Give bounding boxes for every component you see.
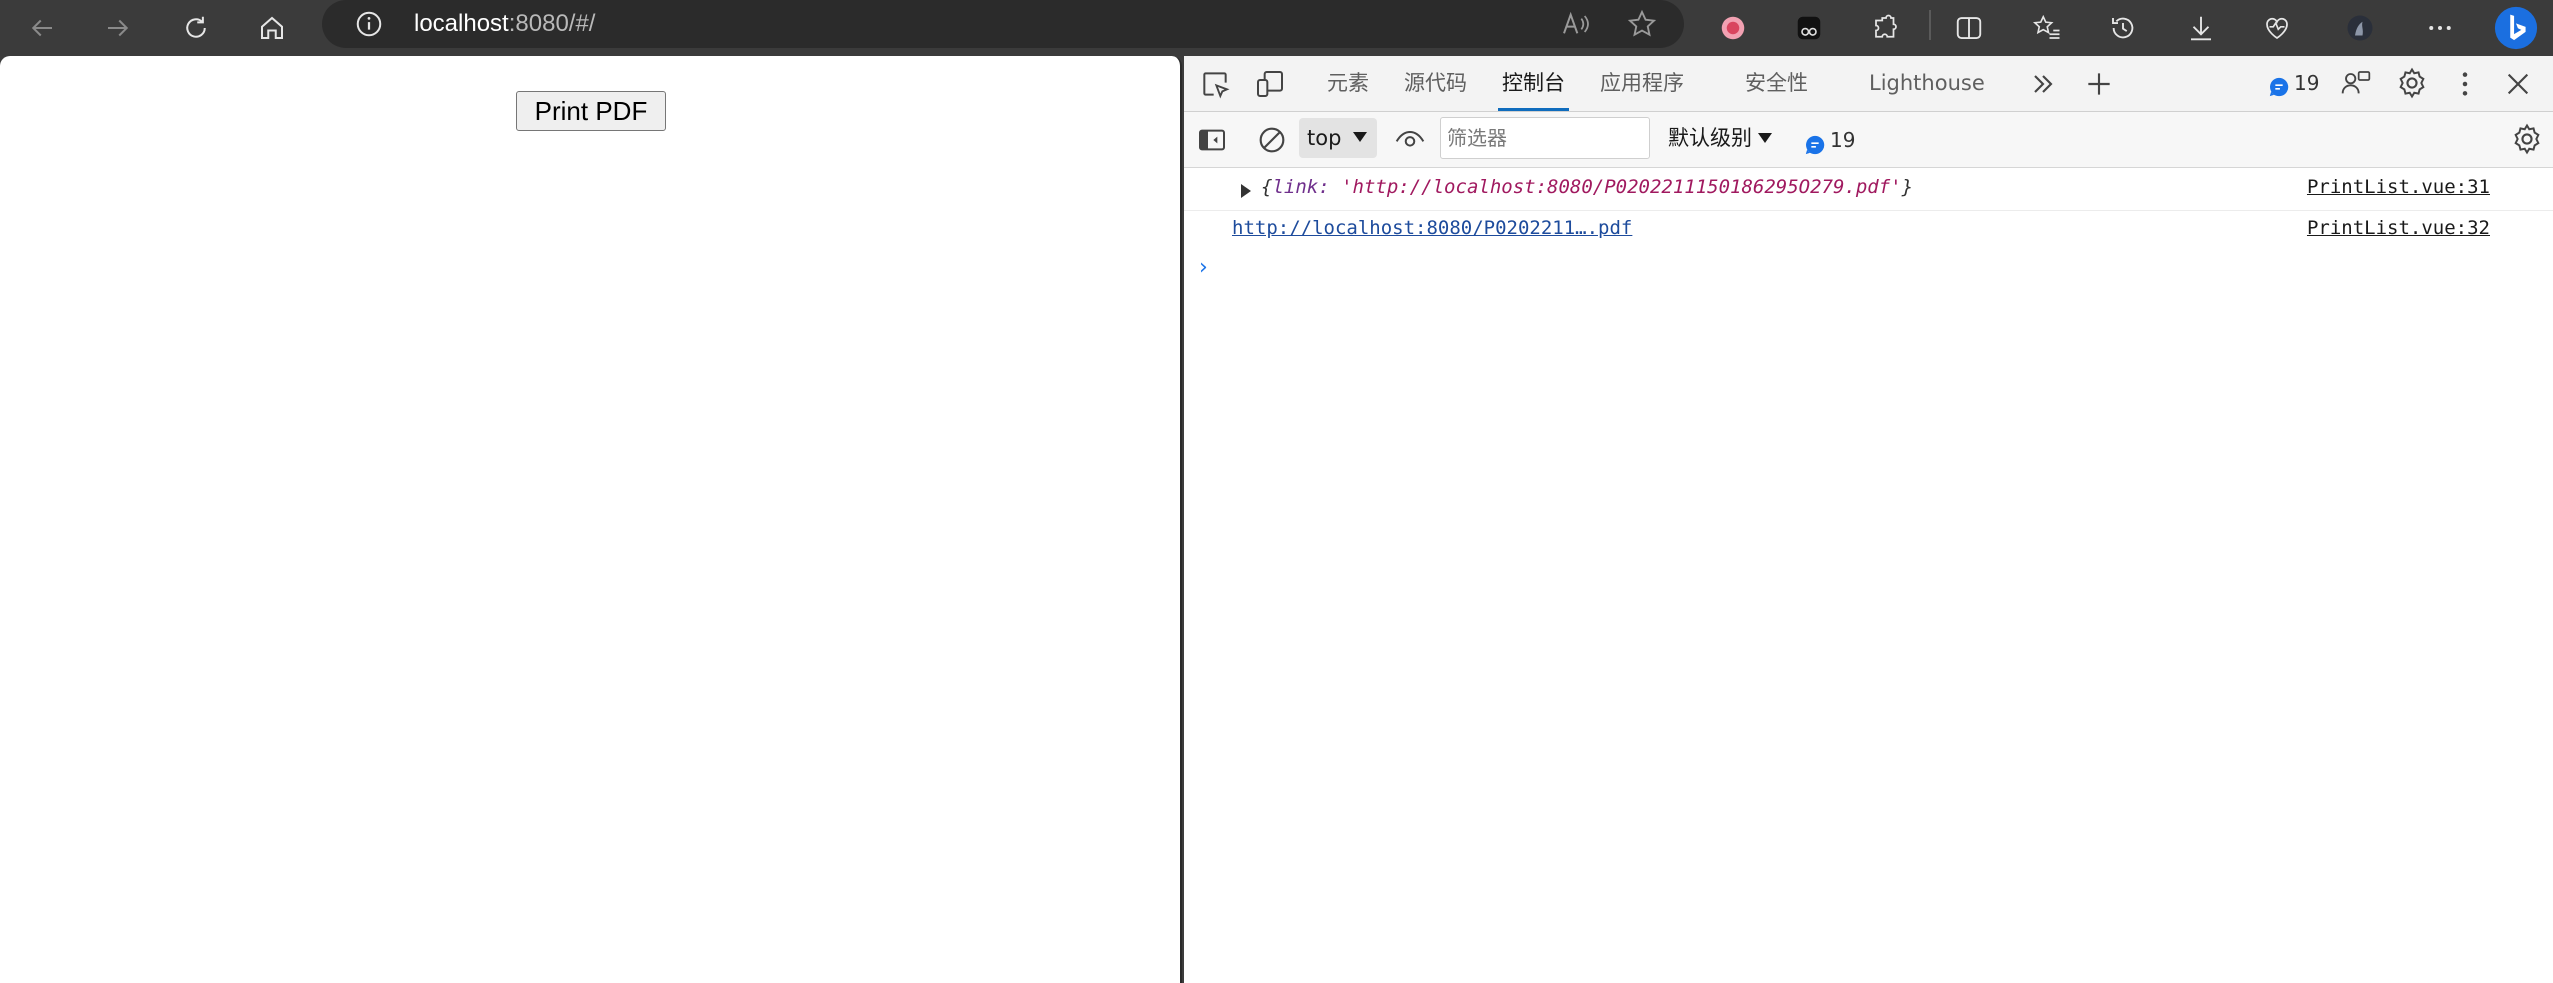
console-settings-gear-icon[interactable] [2510, 122, 2544, 156]
console-prompt-row[interactable]: › [1184, 249, 2553, 289]
site-info-icon[interactable] [354, 9, 384, 39]
context-selector-value: top [1307, 126, 1342, 150]
url-path: :8080/#/ [508, 10, 596, 37]
favorites-list-icon[interactable] [2023, 4, 2071, 52]
toolbar-divider [1929, 10, 1931, 40]
extensions-puzzle-icon[interactable] [1862, 4, 1910, 52]
devtools-more-icon[interactable] [2449, 68, 2481, 100]
reload-icon[interactable] [172, 4, 220, 52]
logged-object[interactable]: {link: 'http://localhost:8080/P020221115… [1261, 176, 1913, 198]
console-toolbar: 19 [1184, 112, 2553, 168]
tab-sources[interactable]: 源代码 [1404, 56, 1467, 111]
tab-application[interactable]: 应用程序 [1600, 56, 1684, 111]
messages-count-icon[interactable] [1804, 134, 1826, 156]
more-tabs-icon[interactable] [2027, 68, 2059, 100]
tab-console[interactable]: 控制台 [1498, 56, 1569, 111]
issues-count[interactable]: 19 [2294, 71, 2319, 95]
issues-icon[interactable] [2268, 76, 2290, 98]
console-log-row: {link: 'http://localhost:8080/P020221115… [1184, 170, 2553, 211]
expand-triangle-icon[interactable] [1241, 184, 1251, 198]
back-icon[interactable] [18, 4, 66, 52]
profile-avatar[interactable] [2336, 4, 2384, 52]
console-sidebar-icon[interactable] [1196, 124, 1228, 156]
log-source-link[interactable]: PrintList.vue:31 [2307, 176, 2490, 198]
devtools-panel: 元素 源代码 控制台 应用程序 安全性 Lighthouse 19 19 top… [1184, 56, 2553, 983]
read-aloud-icon[interactable] [1560, 8, 1592, 40]
add-tab-icon[interactable] [2083, 68, 2115, 100]
tab-security[interactable]: 安全性 [1745, 56, 1808, 111]
log-level-dropdown[interactable]: 默认级别 [1668, 118, 1772, 158]
clear-console-icon[interactable] [1256, 124, 1288, 156]
forward-icon[interactable] [94, 4, 142, 52]
console-filter-input[interactable] [1440, 117, 1650, 159]
device-emulation-icon[interactable] [1254, 68, 1286, 100]
extension-tampermonkey-icon[interactable] [1785, 4, 1833, 52]
browser-essentials-icon[interactable] [2253, 4, 2301, 52]
browser-toolbar: localhost:8080/#/ [0, 0, 2553, 56]
tab-elements[interactable]: 元素 [1327, 56, 1369, 111]
page-viewport: Print PDF [0, 56, 1182, 983]
log-source-link[interactable]: PrintList.vue:32 [2307, 217, 2490, 239]
tab-lighthouse[interactable]: Lighthouse [1869, 56, 1985, 111]
chevron-down-icon [1758, 133, 1772, 143]
console-log-row: http://localhost:8080/P0202211….pdf Prin… [1184, 211, 2553, 249]
favorite-star-icon[interactable] [1626, 8, 1658, 40]
inspect-element-icon[interactable] [1199, 68, 1231, 100]
chevron-down-icon [1353, 132, 1367, 142]
devtools-tab-bar: 元素 源代码 控制台 应用程序 安全性 Lighthouse 19 [1184, 56, 2553, 112]
context-selector[interactable]: top [1299, 118, 1377, 158]
history-icon[interactable] [2099, 4, 2147, 52]
downloads-icon[interactable] [2177, 4, 2225, 52]
close-devtools-icon[interactable] [2502, 68, 2534, 100]
console-prompt-chevron: › [1199, 255, 1208, 280]
console-output: {link: 'http://localhost:8080/P020221115… [1184, 168, 2553, 289]
more-menu-icon[interactable] [2416, 4, 2464, 52]
feedback-icon[interactable] [2340, 68, 2372, 100]
home-icon[interactable] [248, 4, 296, 52]
live-expression-eye-icon[interactable] [1394, 124, 1426, 156]
url-host: localhost [414, 10, 509, 37]
messages-count[interactable]: 19 [1830, 128, 1855, 152]
bing-copilot-icon[interactable] [2490, 2, 2542, 54]
print-pdf-button[interactable]: Print PDF [516, 91, 666, 131]
split-screen-icon[interactable] [1945, 4, 1993, 52]
log-level-value: 默认级别 [1668, 126, 1752, 150]
settings-gear-icon[interactable] [2395, 66, 2429, 100]
address-bar[interactable]: localhost:8080/#/ [322, 0, 1684, 48]
logged-url-link[interactable]: http://localhost:8080/P0202211….pdf [1232, 217, 1632, 239]
extension-record-icon[interactable] [1709, 4, 1757, 52]
